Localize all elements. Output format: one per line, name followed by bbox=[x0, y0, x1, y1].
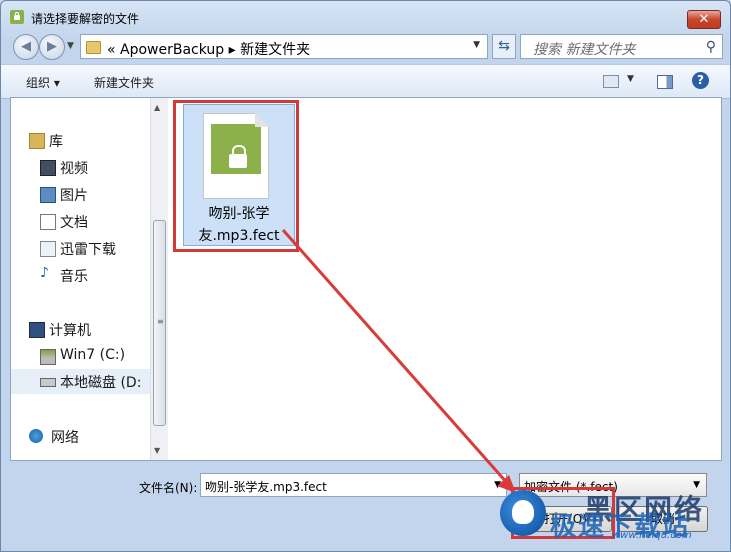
watermark: 黑区网络 极速下载站 www.heiqu.com bbox=[500, 486, 728, 548]
watermark-logo-icon bbox=[500, 490, 546, 536]
annotation-arrow bbox=[281, 229, 516, 493]
watermark-url: www.heiqu.com bbox=[612, 530, 692, 541]
